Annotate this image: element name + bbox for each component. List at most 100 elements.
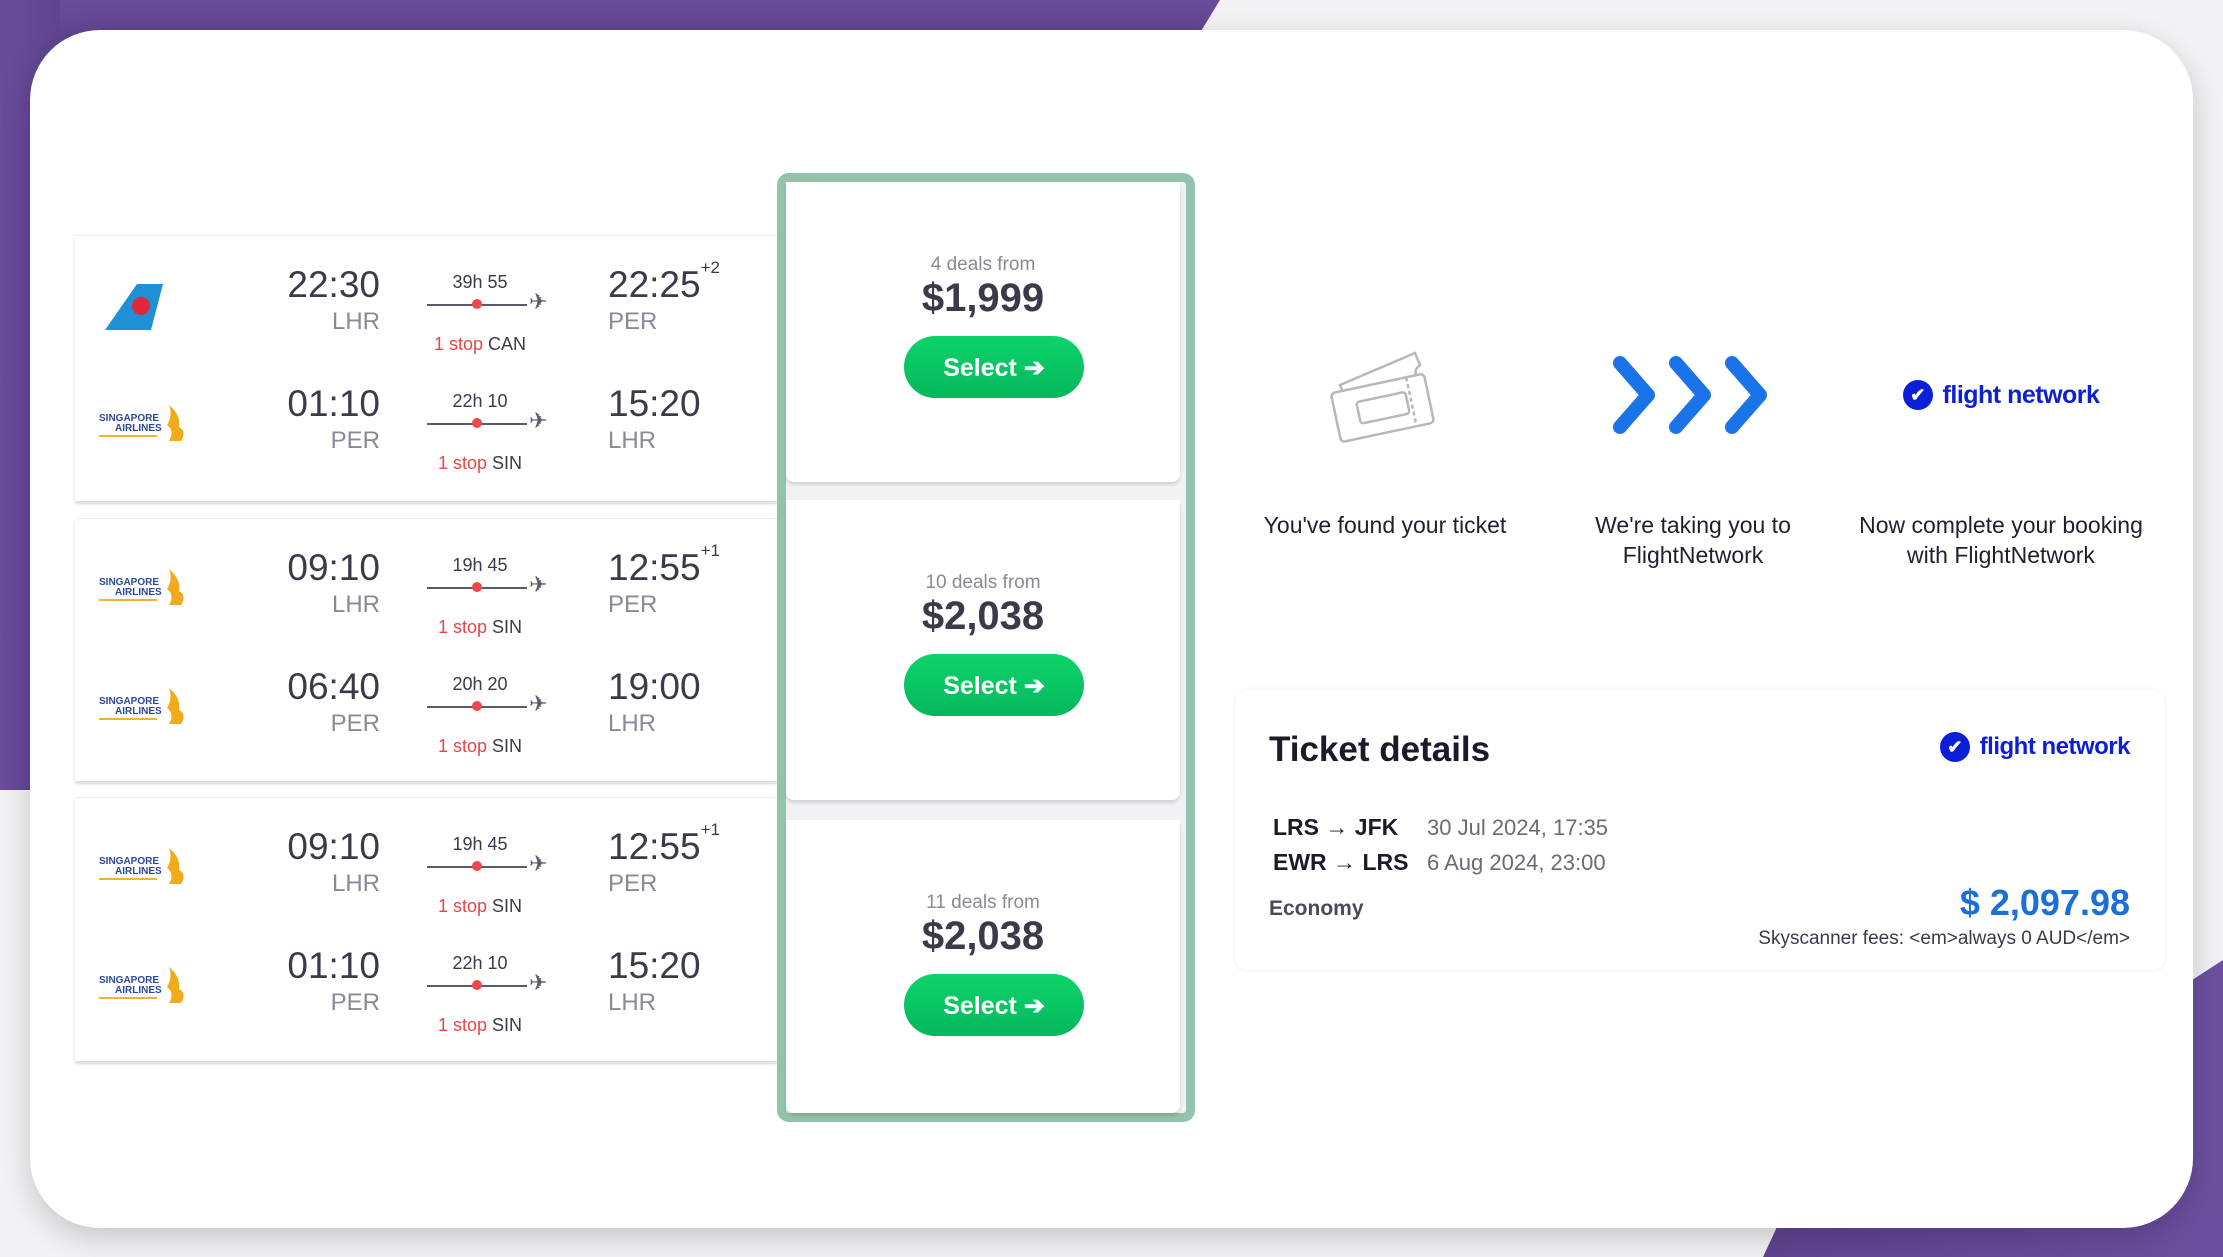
select-button[interactable]: Select ➔ — [904, 654, 1084, 716]
day-offset: +1 — [700, 541, 720, 560]
arrival-time: 12:55 — [608, 826, 701, 867]
total-price: $ 2,097.98 — [1959, 882, 2130, 923]
flight-leg: SINGAPORE AIRLINES 01:10 PER 22h 10 ✈ 1 s… — [75, 925, 777, 1043]
departure-airport: PER — [330, 989, 380, 1016]
arrival-time-group: 15:20 — [608, 383, 701, 425]
day-offset: +1 — [700, 820, 720, 839]
singapore-airlines-logo-icon: SINGAPORE AIRLINES — [97, 963, 197, 1015]
stops-info: 1 stop SIN — [415, 1015, 545, 1036]
stops-info: 1 stop SIN — [415, 896, 545, 917]
price-cell: 4 deals from $1,999 Select ➔ — [786, 182, 1180, 482]
flight-duration: 20h 20 — [452, 674, 508, 694]
price-column-highlight: 4 deals from $1,999 Select ➔ 10 deals fr… — [777, 173, 1195, 1122]
svg-text:AIRLINES: AIRLINES — [115, 587, 162, 598]
stops-count: 1 stop — [437, 453, 487, 473]
singapore-airlines-logo-icon: SINGAPORE AIRLINES — [97, 684, 197, 736]
singapore-airlines-logo-icon: SINGAPORE AIRLINES — [97, 401, 197, 453]
arrival-time-group: 15:20 — [608, 945, 701, 987]
deals-count: 4 deals from — [930, 254, 1036, 275]
departure-time: 01:10 — [287, 383, 380, 424]
select-button[interactable]: Select ➔ — [904, 974, 1084, 1036]
flight-leg: SINGAPORE AIRLINES 09:10 LHR 19h 45 ✈ 1 s… — [75, 806, 777, 924]
route-outbound: LRS → JFK — [1273, 814, 1399, 840]
stops-count: 1 stop — [437, 617, 487, 637]
plane-icon: ✈ — [529, 289, 548, 314]
itinerary-row[interactable]: SINGAPORE AIRLINES 09:10 LHR 19h 45 ✈ 1 s… — [75, 518, 777, 781]
svg-text:AIRLINES: AIRLINES — [115, 706, 162, 717]
date-return: 6 Aug 2024, 23:00 — [1427, 850, 1606, 875]
arrival-time-group: 12:55+1 — [608, 820, 720, 868]
stop-dot-icon — [472, 701, 482, 711]
stops-info: 1 stop CAN — [415, 334, 545, 355]
stops-info: 1 stop SIN — [415, 453, 545, 474]
flight-network-logo-icon: ✔ flight network — [1939, 732, 2131, 762]
arrival-time: 22:25 — [608, 264, 701, 305]
arrival-airport: PER — [608, 870, 658, 897]
arrival-time-group: 19:00 — [608, 666, 701, 708]
select-button[interactable]: Select ➔ — [904, 336, 1084, 398]
select-label: Select — [943, 672, 1017, 700]
stop-airport: SIN — [492, 896, 523, 916]
stop-airport: SIN — [492, 617, 523, 637]
stop-airport: CAN — [488, 334, 527, 354]
departure-time: 09:10 — [287, 826, 380, 867]
day-offset: +2 — [700, 258, 720, 277]
flight-leg: SINGAPORE AIRLINES 01:10 PER 22h 10 ✈ 1 s… — [75, 363, 777, 481]
flight-network-logo-icon: ✔ flight network — [1851, 340, 2151, 450]
stop-dot-icon — [472, 299, 482, 309]
ticket-icon — [1235, 340, 1535, 450]
brand-name: flight network — [1942, 380, 2100, 409]
step-text: You've found your ticket — [1263, 512, 1507, 538]
plane-icon: ✈ — [529, 851, 548, 876]
departure-airport: PER — [330, 710, 380, 737]
arrow-right-icon: ➔ — [1023, 354, 1045, 382]
stop-airport: SIN — [492, 453, 523, 473]
itinerary-row[interactable]: SINGAPORE AIRLINES 09:10 LHR 19h 45 ✈ 1 s… — [75, 797, 777, 1061]
stop-dot-icon — [472, 861, 482, 871]
departure-airport: LHR — [331, 870, 380, 897]
step-text: Now complete your booking with FlightNet… — [1859, 512, 2143, 568]
ticket-details-card: Ticket details ✔ flight network LRS → JF… — [1235, 690, 2165, 970]
select-label: Select — [943, 354, 1017, 382]
flight-duration: 19h 45 — [452, 834, 508, 854]
step-text: We're taking you to FlightNetwork — [1595, 512, 1791, 568]
triple-chevron-icon — [1543, 340, 1843, 450]
arrival-airport: LHR — [608, 710, 657, 737]
date-outbound: 30 Jul 2024, 17:35 — [1427, 815, 1609, 840]
stops-count: 1 stop — [437, 736, 487, 756]
flight-leg: SINGAPORE AIRLINES 06:40 PER 20h 20 ✈ 1 s… — [75, 646, 777, 764]
deals-count: 11 deals from — [926, 892, 1040, 913]
arrow-right-icon: ➔ — [1023, 672, 1045, 700]
stops-info: 1 stop SIN — [415, 617, 545, 638]
stops-count: 1 stop — [437, 1015, 487, 1035]
itinerary-row[interactable]: 22:30 LHR 39h 55 ✈ 1 stop CAN 22:25+2 PE… — [75, 235, 777, 501]
arrival-time: 19:00 — [608, 666, 701, 707]
check-icon: ✔ — [1902, 380, 1933, 410]
stop-dot-icon — [472, 418, 482, 428]
route-return: EWR → LRS — [1273, 849, 1409, 875]
stop-dot-icon — [472, 582, 482, 592]
arrival-time: 15:20 — [608, 945, 701, 986]
singapore-airlines-logo-icon: SINGAPORE AIRLINES — [97, 844, 197, 896]
select-label: Select — [943, 992, 1017, 1020]
price-cell: 10 deals from $2,038 Select ➔ — [786, 500, 1180, 800]
arrival-time-group: 22:25+2 — [608, 258, 720, 306]
price: $1,999 — [921, 276, 1045, 320]
flight-leg: 22:30 LHR 39h 55 ✈ 1 stop CAN 22:25+2 PE… — [75, 244, 777, 362]
flight-duration: 22h 10 — [452, 391, 508, 411]
cabin-class: Economy — [1269, 897, 1364, 920]
flight-duration: 22h 10 — [452, 953, 508, 973]
flight-duration: 39h 55 — [452, 272, 508, 292]
price: $2,038 — [921, 914, 1045, 958]
flight-leg: SINGAPORE AIRLINES 09:10 LHR 19h 45 ✈ 1 s… — [75, 527, 777, 645]
svg-text:AIRLINES: AIRLINES — [115, 985, 162, 996]
singapore-airlines-logo-icon: SINGAPORE AIRLINES — [97, 565, 197, 617]
svg-text:AIRLINES: AIRLINES — [115, 866, 162, 877]
stop-airport: SIN — [492, 736, 523, 756]
plane-icon: ✈ — [529, 970, 548, 995]
svg-text:AIRLINES: AIRLINES — [115, 423, 162, 434]
deals-count: 10 deals from — [925, 572, 1041, 593]
stop-dot-icon — [472, 980, 482, 990]
arrival-airport: LHR — [608, 427, 657, 454]
arrival-airport: LHR — [608, 989, 657, 1016]
